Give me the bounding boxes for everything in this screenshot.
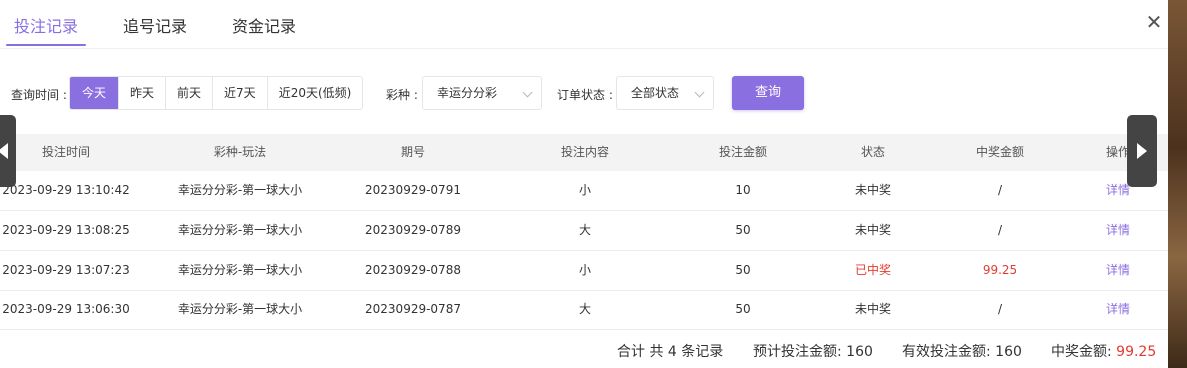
tab-bar: 投注记录 追号记录 资金记录	[0, 0, 1168, 49]
win-summary-label: 中奖金额:	[1051, 344, 1117, 360]
lottery-filter-label: 彩种 :	[386, 88, 418, 102]
column-header: 投注时间	[41, 145, 90, 159]
time-option-day-before[interactable]: 前天	[165, 77, 212, 109]
column-header: 投注内容	[560, 145, 609, 159]
table-row: 2023-09-29 13:07:23 幸运分分彩-第一球大小 20230929…	[0, 251, 1168, 291]
valid-bet-summary: 有效投注金额: 160	[902, 341, 1022, 361]
time-filter-label: 查询时间 :	[11, 88, 67, 102]
bet-time: 2023-09-29 13:07:23	[2, 263, 130, 277]
column-header: 期号	[400, 145, 425, 159]
game-play: 幸运分分彩-第一球大小	[177, 183, 303, 197]
time-range-selector: 今天 昨天 前天 近7天 近20天(低频)	[69, 76, 364, 110]
issue-number: 20230929-0789	[365, 223, 461, 237]
win-amount: /	[997, 302, 1003, 316]
bet-status: 未中奖	[854, 223, 891, 237]
bet-content: 小	[578, 263, 591, 277]
arrow-right-icon[interactable]	[1127, 115, 1157, 187]
time-option-today[interactable]: 今天	[70, 77, 119, 109]
bet-content: 大	[578, 302, 591, 316]
bet-status: 已中奖	[854, 263, 891, 277]
time-option-7-days[interactable]: 近7天	[212, 77, 267, 109]
arrow-left-icon[interactable]	[0, 115, 16, 187]
valid-bet-label: 有效投注金额:	[902, 344, 996, 360]
bet-amount: 50	[735, 263, 751, 277]
chevron-down-icon	[694, 87, 705, 98]
status-select-value: 全部状态	[631, 86, 680, 100]
valid-bet-value: 160	[995, 344, 1022, 360]
triangle-left-icon	[0, 143, 8, 159]
game-play: 幸运分分彩-第一球大小	[177, 223, 303, 237]
win-amount: 99.25	[982, 263, 1018, 277]
table-row: 2023-09-29 13:10:42 幸运分分彩-第一球大小 20230929…	[0, 171, 1168, 211]
issue-number: 20230929-0787	[365, 302, 461, 316]
total-records: 合计 共 4 条记录	[617, 344, 724, 360]
bet-time: 2023-09-29 13:10:42	[2, 183, 130, 197]
bet-status: 未中奖	[854, 183, 891, 197]
lottery-select[interactable]: 幸运分分彩	[422, 76, 542, 110]
column-header: 中奖金额	[975, 145, 1024, 159]
bet-content: 大	[578, 223, 591, 237]
bet-amount: 10	[735, 183, 751, 197]
game-play: 幸运分分彩-第一球大小	[177, 263, 303, 277]
details-link[interactable]: 详情	[1090, 290, 1146, 329]
bet-content: 小	[578, 183, 591, 197]
time-option-20-days[interactable]: 近20天(低频)	[266, 77, 363, 109]
tab-chase-records[interactable]: 追号记录	[123, 13, 187, 37]
column-header: 彩种-玩法	[213, 145, 267, 159]
close-icon[interactable]: ✕	[1144, 12, 1164, 32]
tab-bet-records[interactable]: 投注记录	[14, 13, 78, 37]
expected-bet-label: 预计投注金额:	[753, 344, 847, 360]
details-link[interactable]: 详情	[1090, 211, 1146, 250]
issue-number: 20230929-0788	[365, 263, 461, 277]
table-row: 2023-09-29 13:06:30 幸运分分彩-第一球大小 20230929…	[0, 290, 1168, 330]
background-edge	[1168, 0, 1187, 368]
active-tab-indicator	[6, 44, 86, 46]
bet-status: 未中奖	[854, 302, 891, 316]
column-header: 状态	[860, 145, 885, 159]
table-header: 投注时间 彩种-玩法 期号 投注内容 投注金额 状态 中奖金额 操作	[0, 134, 1168, 171]
win-amount: /	[997, 183, 1003, 197]
bet-amount: 50	[735, 302, 751, 316]
bet-amount: 50	[735, 223, 751, 237]
win-amount: /	[997, 223, 1003, 237]
lottery-select-value: 幸运分分彩	[437, 86, 498, 100]
game-play: 幸运分分彩-第一球大小	[177, 302, 303, 316]
bet-time: 2023-09-29 13:08:25	[2, 223, 130, 237]
time-option-yesterday[interactable]: 昨天	[118, 77, 165, 109]
win-summary-value: 99.25	[1116, 344, 1157, 360]
bet-record-dialog: 投注记录 追号记录 资金记录 ✕ 查询时间 : 今天 昨天 前天 近7天 近20…	[0, 0, 1168, 368]
bet-time: 2023-09-29 13:06:30	[2, 302, 130, 316]
status-filter-label: 订单状态 :	[557, 88, 613, 102]
table-row: 2023-09-29 13:08:25 幸运分分彩-第一球大小 20230929…	[0, 211, 1168, 251]
expected-bet-value: 160	[846, 344, 873, 360]
chevron-down-icon	[522, 87, 533, 98]
triangle-right-icon	[1137, 143, 1147, 159]
status-select[interactable]: 全部状态	[616, 76, 714, 110]
expected-bet-summary: 预计投注金额: 160	[753, 341, 873, 361]
win-summary: 中奖金额: 99.25	[1051, 341, 1156, 361]
issue-number: 20230929-0791	[365, 183, 461, 197]
details-link[interactable]: 详情	[1090, 251, 1146, 290]
tab-fund-records[interactable]: 资金记录	[232, 13, 296, 37]
query-button[interactable]: 查询	[732, 76, 804, 110]
column-header: 投注金额	[718, 145, 767, 159]
